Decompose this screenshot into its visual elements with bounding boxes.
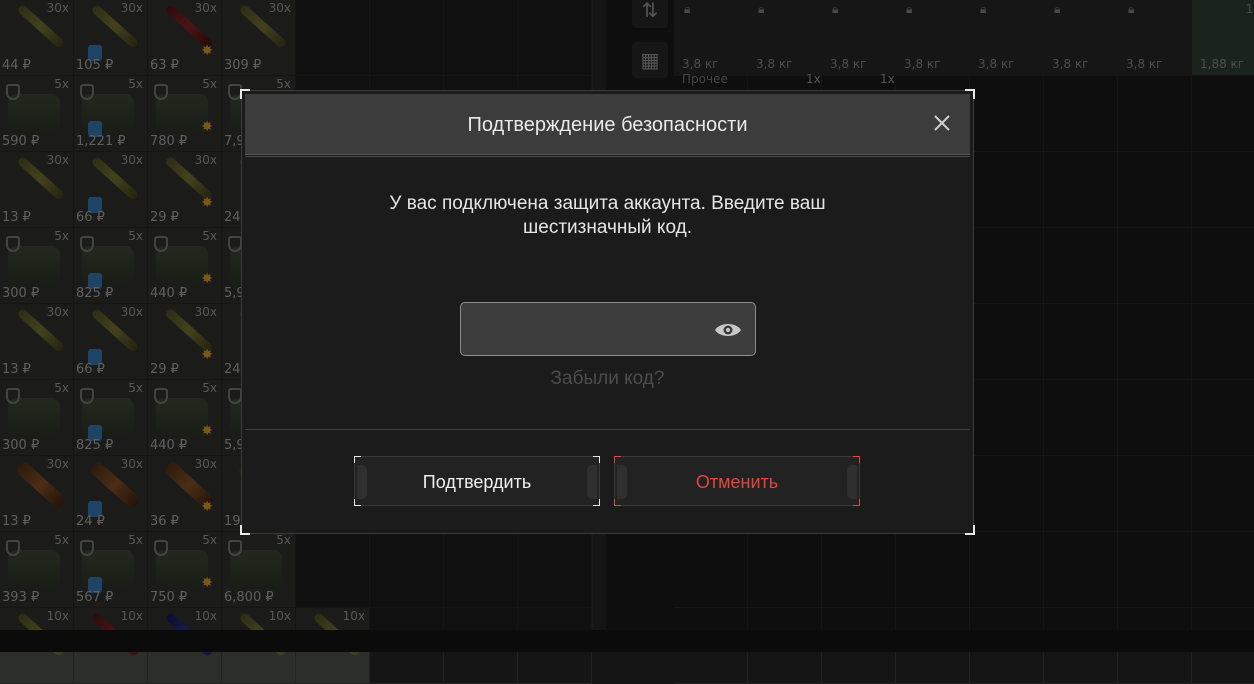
security-code-input[interactable] (471, 311, 705, 349)
button-corner (354, 456, 361, 463)
frame-corner (240, 525, 250, 535)
forgot-code-link[interactable]: Забыли код? (242, 368, 973, 390)
message-line: У вас подключена защита аккаунта. Введит… (389, 193, 826, 214)
button-corner (614, 499, 621, 506)
button-corner (593, 499, 600, 506)
security-code-field (460, 302, 756, 356)
message-line: шестизначный код. (523, 217, 692, 238)
eye-icon[interactable] (713, 319, 743, 341)
close-icon[interactable] (930, 111, 954, 135)
dialog-title: Подтверждение безопасности (467, 114, 748, 136)
button-corner (614, 456, 621, 463)
dialog-message: У вас подключена защита аккаунта. Введит… (242, 192, 973, 240)
frame-corner (965, 525, 975, 535)
button-edge (357, 465, 367, 499)
dialog-header: Подтверждение безопасности (245, 94, 970, 155)
button-corner (853, 456, 860, 463)
cancel-label: Отменить (695, 472, 779, 492)
button-corner (593, 456, 600, 463)
header-divider (245, 156, 970, 157)
button-edge (617, 465, 627, 499)
button-edge (847, 465, 857, 499)
cancel-button[interactable]: Отменить (614, 456, 860, 506)
confirm-button[interactable]: Подтвердить (354, 456, 600, 506)
button-corner (354, 499, 361, 506)
footer-divider (245, 429, 970, 430)
button-corner (853, 499, 860, 506)
security-confirmation-dialog: Подтверждение безопасности У вас подключ… (240, 89, 975, 535)
button-edge (587, 465, 597, 499)
confirm-label: Подтвердить (422, 472, 532, 492)
